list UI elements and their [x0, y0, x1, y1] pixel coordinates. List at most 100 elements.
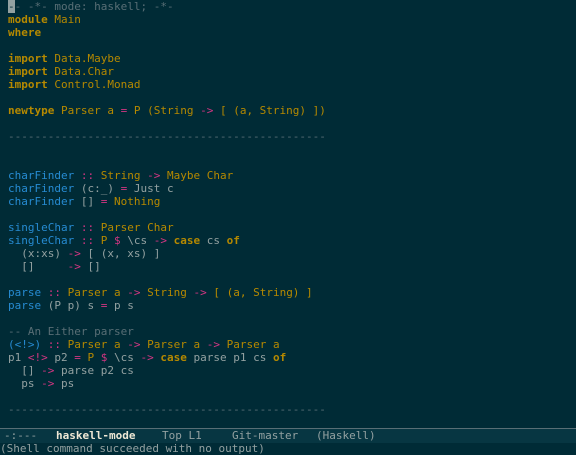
code-token: newtype	[8, 104, 55, 117]
code-line[interactable]: import Data.Maybe	[8, 52, 121, 65]
code-token: of	[272, 351, 287, 364]
code-token: (<!>)	[8, 338, 48, 351]
code-token: ->	[127, 338, 141, 351]
code-line[interactable]: [] -> parse p2 cs	[8, 364, 134, 377]
code-token: ----------------------------------------…	[8, 130, 326, 143]
code-token: ::	[80, 169, 95, 182]
code-token: ps	[8, 377, 42, 390]
code-line[interactable]: ps -> ps	[8, 377, 74, 390]
vcs-branch[interactable]: Git-master	[232, 429, 298, 443]
code-token: - -*- mode: haskell; -*-	[14, 0, 174, 13]
code-line[interactable]: newtype Parser a = P (String -> [ (a, St…	[8, 104, 326, 117]
code-token: ->	[147, 169, 161, 182]
code-token: import	[8, 52, 48, 65]
code-token: P	[80, 351, 101, 364]
code-token: Parser a	[61, 286, 128, 299]
buffer-status: -:---	[4, 429, 38, 442]
code-line[interactable]: p1 <!> p2 = P $ \cs -> case parse p1 cs …	[8, 351, 286, 364]
code-token: Maybe Char	[160, 169, 234, 182]
code-token: ->	[153, 234, 167, 247]
code-token: =	[74, 351, 81, 364]
code-line[interactable]: parse :: Parser a -> String -> [ (a, Str…	[8, 286, 313, 299]
code-line[interactable]: import Data.Char	[8, 65, 114, 78]
code-token: String	[94, 169, 148, 182]
code-token: P (String	[127, 104, 201, 117]
code-line[interactable]: import Control.Monad	[8, 78, 140, 91]
code-token: Parser a	[140, 338, 207, 351]
code-token: String	[140, 286, 194, 299]
code-editor[interactable]: -- -*- mode: haskell; -*- module Main wher…	[0, 0, 576, 428]
code-line[interactable]: ----------------------------------------…	[8, 130, 326, 143]
code-token: ps	[54, 377, 75, 390]
code-line[interactable]: ----------------------------------------…	[8, 403, 326, 416]
code-token: singleChar	[8, 221, 81, 234]
code-token: Control.Monad	[47, 78, 141, 91]
code-token: charFinder	[8, 182, 81, 195]
code-token: module	[8, 13, 48, 26]
code-token: ->	[140, 351, 154, 364]
code-line[interactable]: -- -*- mode: haskell; -*-	[8, 0, 174, 13]
code-line[interactable]: module Main	[8, 13, 81, 26]
echo-area: (Shell command succeeded with no output)	[0, 442, 265, 455]
buffer-name[interactable]: haskell-mode	[56, 429, 135, 443]
code-token: p s	[107, 299, 134, 312]
code-line[interactable]: charFinder (c:_) = Just c	[8, 182, 174, 195]
code-token: [ (a, String) ]	[206, 286, 313, 299]
code-line[interactable]: singleChar :: P $ \cs -> case cs of	[8, 234, 240, 247]
code-token: Parser a	[61, 338, 128, 351]
code-token: import	[8, 78, 48, 91]
code-token: P	[94, 234, 114, 247]
code-token: singleChar	[8, 234, 81, 247]
code-token: case	[166, 234, 201, 247]
code-token: ->	[67, 247, 81, 260]
code-token: where	[8, 26, 42, 39]
code-line[interactable]: (x:xs) -> [ (x, xs) ]	[8, 247, 160, 260]
code-token: ->	[193, 286, 207, 299]
code-token: ->	[67, 260, 81, 273]
code-line[interactable]: -- An Either parser	[8, 325, 134, 338]
code-token: []	[80, 260, 101, 273]
code-token: [ (x, xs) ]	[80, 247, 161, 260]
code-token: p2	[47, 351, 75, 364]
code-token: (x:xs)	[8, 247, 68, 260]
code-line[interactable]: singleChar :: Parser Char	[8, 221, 174, 234]
code-token: -- An Either parser	[8, 325, 134, 338]
code-line[interactable]: [] -> []	[8, 260, 101, 273]
code-token: charFinder	[8, 195, 81, 208]
code-token: parse	[8, 299, 48, 312]
code-token: parse p2 cs	[54, 364, 134, 377]
code-line[interactable]: parse (P p) s = p s	[8, 299, 134, 312]
code-token: ->	[206, 338, 220, 351]
code-token: ->	[41, 364, 55, 377]
code-token: ::	[47, 338, 61, 351]
code-token: \cs	[120, 234, 154, 247]
code-token: $	[113, 234, 121, 247]
code-token: ->	[127, 286, 141, 299]
code-line[interactable]: charFinder :: String -> Maybe Char	[8, 169, 233, 182]
code-token: ->	[200, 104, 214, 117]
code-token: cs	[200, 234, 227, 247]
code-line[interactable]: (<!>) :: Parser a -> Parser a -> Parser …	[8, 338, 280, 351]
code-token: p1	[8, 351, 28, 364]
code-token: ::	[80, 234, 95, 247]
code-token: (c:_)	[80, 182, 121, 195]
code-token: ->	[41, 377, 55, 390]
code-token: (P p) s	[47, 299, 101, 312]
code-token: case	[153, 351, 187, 364]
code-token: Parser a	[219, 338, 280, 351]
code-token: ::	[47, 286, 61, 299]
text-cursor: -	[8, 0, 15, 13]
major-mode[interactable]: (Haskell)	[316, 429, 376, 443]
code-token: Data.Char	[47, 65, 114, 78]
code-token: Parser Char	[94, 221, 174, 234]
code-line[interactable]: charFinder [] = Nothing	[8, 195, 160, 208]
code-token: [ (a, String) ])	[213, 104, 326, 117]
code-token: \cs	[107, 351, 141, 364]
code-token: parse	[8, 286, 48, 299]
code-token: charFinder	[8, 169, 81, 182]
code-line[interactable]: where	[8, 26, 41, 39]
cursor-position: Top L1	[162, 429, 202, 442]
code-token: parse p1 cs	[186, 351, 273, 364]
code-token: ::	[80, 221, 95, 234]
code-token: Main	[47, 13, 81, 26]
